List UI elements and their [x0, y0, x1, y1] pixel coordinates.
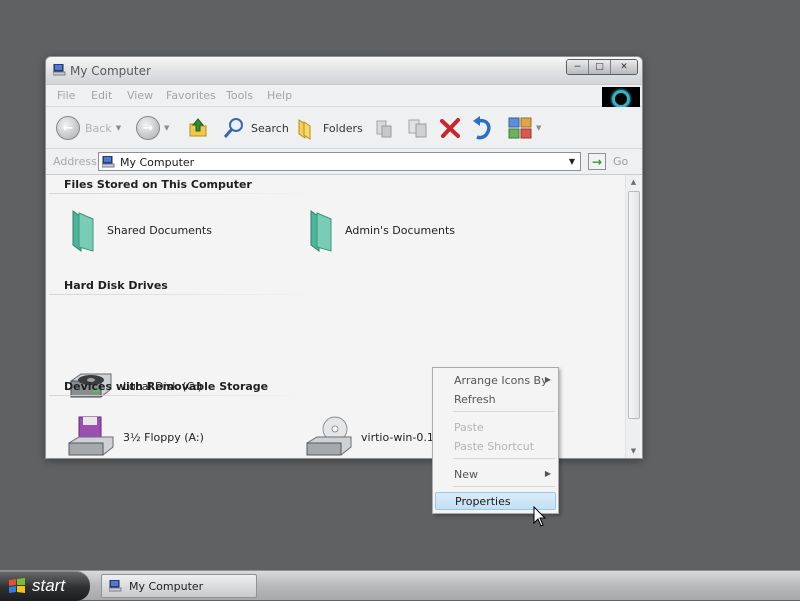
group-divider — [49, 294, 319, 295]
move-to-icon — [376, 120, 392, 138]
menu-file[interactable]: File — [57, 89, 75, 102]
ctx-label: Refresh — [454, 393, 496, 406]
admin-documents-item[interactable]: Admin's Documents — [305, 207, 455, 253]
item-label: Shared Documents — [107, 223, 212, 237]
back-dropdown-icon[interactable]: ▼ — [116, 124, 121, 132]
address-field[interactable]: My Computer ▼ — [98, 152, 581, 171]
back-label: Back — [85, 121, 112, 135]
address-bar: Address My Computer ▼ → Go — [46, 149, 642, 175]
go-arrow-icon[interactable]: → — [588, 153, 606, 170]
mouse-pointer-icon — [533, 506, 547, 527]
vertical-scrollbar[interactable]: ▲ ▼ — [625, 175, 640, 458]
group-divider — [49, 395, 319, 396]
move-to-button[interactable] — [373, 107, 395, 149]
back-arrow-icon: ← — [56, 116, 80, 140]
scroll-up-icon[interactable]: ▲ — [626, 175, 641, 189]
views-dropdown-icon[interactable]: ▼ — [536, 124, 541, 132]
search-icon — [223, 118, 243, 138]
undo-button[interactable] — [470, 107, 494, 149]
delete-x-icon — [440, 118, 460, 138]
cd-drive-item[interactable]: virtio-win-0.1.19 — [305, 415, 451, 458]
delete-button[interactable] — [438, 107, 462, 149]
ctx-paste-shortcut: Paste Shortcut — [433, 437, 558, 455]
shared-documents-item[interactable]: Shared Documents — [67, 207, 212, 253]
menu-help[interactable]: Help — [267, 89, 292, 102]
ring-logo-icon — [612, 90, 630, 108]
floppy-drive-item[interactable]: 3½ Floppy (A:) — [67, 415, 204, 458]
folders-button[interactable]: Folders — [296, 107, 363, 149]
forward-button[interactable]: → ▼ — [136, 107, 169, 149]
ctx-label: Arrange Icons By — [454, 374, 548, 387]
ctx-paste: Paste — [433, 418, 558, 436]
computer-icon — [102, 156, 115, 168]
taskbar: start My Computer — [0, 570, 800, 601]
folder-icon — [310, 210, 332, 252]
ctx-label: Paste Shortcut — [454, 440, 535, 453]
address-value: My Computer — [120, 156, 195, 169]
back-button[interactable]: ← Back ▼ — [56, 107, 121, 149]
start-button[interactable]: start — [0, 571, 90, 601]
views-button[interactable]: ▼ — [508, 107, 541, 149]
folder-icon — [72, 210, 94, 252]
ctx-new[interactable]: New ▶ — [433, 465, 558, 483]
forward-arrow-icon: → — [136, 116, 160, 140]
menu-view[interactable]: View — [127, 89, 153, 102]
ctx-separator — [453, 458, 555, 459]
start-label: start — [32, 576, 66, 595]
menu-bar: File Edit View Favorites Tools Help — [46, 85, 642, 111]
item-label: Admin's Documents — [345, 223, 456, 237]
submenu-arrow-icon: ▶ — [544, 469, 551, 478]
address-label: Address — [53, 155, 97, 168]
item-label: 3½ Floppy (A:) — [123, 430, 204, 444]
taskbar-button-label: My Computer — [129, 579, 204, 593]
address-dropdown-icon[interactable]: ▼ — [564, 153, 580, 170]
minimize-button[interactable]: − — [567, 60, 589, 74]
taskbar-button-my-computer[interactable]: My Computer — [101, 574, 257, 598]
computer-icon — [109, 580, 122, 592]
up-button[interactable] — [186, 107, 210, 149]
ctx-refresh[interactable]: Refresh — [433, 390, 558, 408]
scrollbar-thumb[interactable] — [628, 191, 640, 419]
folder-up-icon — [189, 118, 207, 137]
title-bar[interactable]: My Computer − □ ✕ — [46, 57, 642, 85]
group-header-removable: Devices with Removable Storage — [64, 380, 269, 393]
views-icon — [508, 117, 532, 139]
group-divider — [49, 193, 319, 194]
ctx-label: Properties — [455, 495, 511, 508]
forward-dropdown-icon[interactable]: ▼ — [164, 124, 169, 132]
scroll-down-icon[interactable]: ▼ — [626, 444, 641, 458]
maximize-button[interactable]: □ — [589, 60, 611, 74]
search-button[interactable]: Search — [222, 107, 289, 149]
floppy-drive-icon — [68, 416, 114, 456]
go-label[interactable]: Go — [613, 155, 628, 168]
menu-edit[interactable]: Edit — [91, 89, 112, 102]
close-button[interactable]: ✕ — [611, 60, 637, 74]
windows-flag-icon — [9, 578, 25, 593]
group-header-drives: Hard Disk Drives — [64, 279, 168, 292]
window-title: My Computer — [70, 64, 151, 78]
menu-tools[interactable]: Tools — [226, 89, 253, 102]
menu-favorites[interactable]: Favorites — [166, 89, 216, 102]
copy-to-icon — [408, 119, 427, 138]
folders-label: Folders — [323, 121, 363, 135]
folders-icon — [298, 119, 311, 140]
ctx-arrange-icons-by[interactable]: Arrange Icons By ▶ — [433, 371, 558, 389]
ctx-label: Paste — [454, 421, 484, 434]
group-header-files: Files Stored on This Computer — [64, 178, 252, 191]
ctx-separator — [453, 411, 555, 412]
undo-icon — [473, 116, 491, 140]
copy-to-button[interactable] — [406, 107, 430, 149]
ctx-label: New — [454, 468, 478, 481]
submenu-arrow-icon: ▶ — [544, 375, 551, 384]
ctx-separator — [453, 486, 555, 487]
cd-drive-icon — [306, 416, 352, 456]
computer-icon — [53, 64, 66, 76]
context-menu: Arrange Icons By ▶ Refresh Paste Paste S… — [432, 367, 559, 514]
search-label: Search — [251, 121, 289, 135]
toolbar: ← Back ▼ → ▼ Search Folders ▼ — [46, 107, 642, 149]
caption-buttons: − □ ✕ — [566, 59, 638, 75]
